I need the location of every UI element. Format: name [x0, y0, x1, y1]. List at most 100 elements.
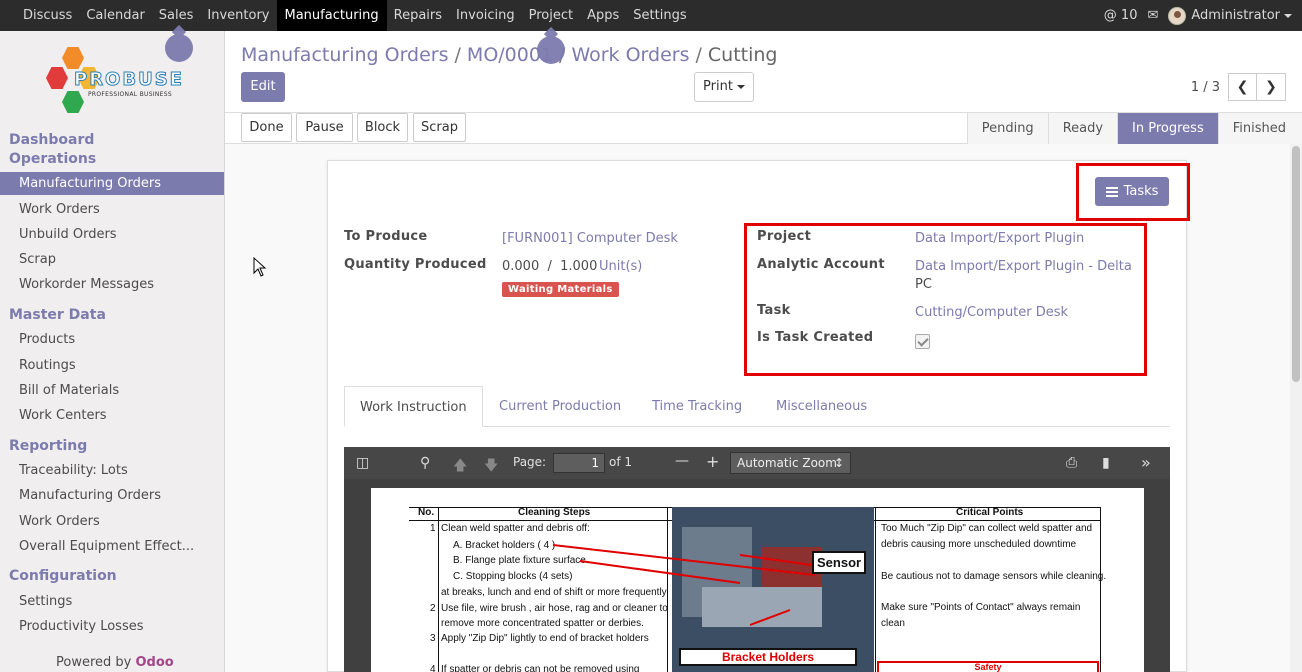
sidebar-item-manufacturing-orders[interactable]: Manufacturing Orders — [0, 172, 224, 195]
sidebar-group-operations: Operations — [9, 151, 97, 167]
block-button[interactable]: Block — [357, 113, 408, 142]
tab-miscellaneous[interactable]: Miscellaneous — [761, 386, 882, 427]
breadcrumb-separator: / — [695, 44, 702, 66]
menu-repairs[interactable]: Repairs — [387, 0, 449, 31]
notification-count: 10 — [1120, 8, 1138, 23]
logo-brand: PROBUSE — [74, 69, 184, 91]
pdf-critical-line: Be cautious not to damage sensors while … — [881, 571, 1107, 582]
menu-apps[interactable]: Apps — [580, 0, 626, 31]
stage-pending[interactable]: Pending — [966, 113, 1048, 144]
sidebar-item-products[interactable]: Products — [0, 328, 224, 351]
menu-settings[interactable]: Settings — [626, 0, 693, 31]
pdf-step-no: 1 — [430, 523, 436, 534]
stage-in-progress[interactable]: In Progress — [1117, 113, 1218, 144]
analytic-account-line2: PC — [915, 277, 932, 292]
arrow-down-icon[interactable]: 🡇 — [484, 455, 498, 479]
zoom-out-icon[interactable]: — — [675, 453, 689, 469]
stage-finished[interactable]: Finished — [1217, 113, 1302, 144]
chevron-left-icon: ❮ — [1236, 79, 1249, 95]
sidebar-item-productivity-losses[interactable]: Productivity Losses — [0, 615, 224, 638]
tab-time-tracking[interactable]: Time Tracking — [637, 386, 757, 427]
zoom-select[interactable]: Automatic Zoom ↕ — [730, 452, 851, 474]
top-navbar: Discuss Calendar Sales Inventory Manufac… — [0, 0, 1302, 31]
search-icon[interactable]: ⚲ — [420, 455, 430, 471]
sidebar-item-report-manufacturing-orders[interactable]: Manufacturing Orders — [0, 484, 224, 507]
breadcrumb-current: Cutting — [707, 44, 778, 66]
print-label: Print — [703, 79, 733, 94]
tab-work-instruction[interactable]: Work Instruction — [344, 386, 483, 427]
sidebar-item-settings[interactable]: Settings — [0, 590, 224, 613]
bookmark-icon[interactable]: ▮ — [1102, 455, 1110, 471]
quantity-unit-link[interactable]: Unit(s) — [599, 259, 642, 274]
company-logo: PROBUSE PROFESSIONAL BUSINESS — [46, 43, 186, 119]
status-badge: Waiting Materials — [502, 282, 619, 297]
pdf-step-line: If spatter or debris can not be removed … — [441, 664, 640, 672]
pdf-step-no: 4 — [430, 664, 436, 672]
breadcrumb-manufacturing-orders[interactable]: Manufacturing Orders — [241, 44, 449, 66]
user-menu[interactable]: Administrator — [1168, 6, 1292, 25]
sidebar-item-routings[interactable]: Routings — [0, 354, 224, 377]
pager-value: 1 / 3 — [1190, 79, 1220, 95]
edit-button[interactable]: Edit — [241, 72, 285, 102]
status-bar: Done Pause Block Scrap Pending Ready In … — [225, 113, 1302, 144]
safety-label: Safety — [877, 661, 1099, 672]
logo-tagline: PROFESSIONAL BUSINESS — [88, 91, 172, 98]
sidebar-item-oee[interactable]: Overall Equipment Effect... — [0, 535, 224, 558]
pdf-critical-line: debris causing more unscheduled downtime — [881, 539, 1077, 550]
tab-current-production[interactable]: Current Production — [484, 386, 636, 427]
task-label: Task — [757, 303, 791, 318]
scrap-button[interactable]: Scrap — [413, 113, 466, 142]
arrow-up-icon[interactable]: 🡅 — [453, 455, 467, 479]
sidebar-item-traceability-lots[interactable]: Traceability: Lots — [0, 459, 224, 482]
sidebar-group-dashboard[interactable]: Dashboard — [9, 132, 94, 148]
pdf-critical-line: clean — [881, 618, 905, 629]
project-link[interactable]: Data Import/Export Plugin — [915, 231, 1084, 246]
sidebar-item-unbuild-orders[interactable]: Unbuild Orders — [0, 223, 224, 246]
pdf-header-steps: Cleaning Steps — [518, 507, 591, 518]
menu-invoicing[interactable]: Invoicing — [449, 0, 522, 31]
to-produce-link[interactable]: [FURN001] Computer Desk — [502, 231, 678, 246]
quantity-produced-label: Quantity Produced — [344, 257, 487, 272]
stage-ready[interactable]: Ready — [1047, 113, 1118, 144]
double-chevron-right-icon[interactable]: » — [1141, 453, 1151, 472]
breadcrumb-work-orders[interactable]: Work Orders — [571, 44, 689, 66]
sidebar-toggle-icon[interactable]: ◫ — [356, 455, 369, 471]
print-icon[interactable]: ⎙ — [1066, 455, 1077, 471]
sidebar-item-scrap[interactable]: Scrap — [0, 248, 224, 271]
print-button[interactable]: Print — [694, 72, 754, 102]
is-task-created-checkbox[interactable] — [915, 334, 930, 349]
breadcrumb-separator: / — [454, 44, 461, 66]
chat-icon[interactable]: ✉ — [1147, 8, 1158, 23]
sidebar-group-reporting: Reporting — [9, 438, 88, 454]
menu-calendar[interactable]: Calendar — [79, 0, 151, 31]
task-link[interactable]: Cutting/Computer Desk — [915, 305, 1068, 320]
sidebar-group-configuration: Configuration — [9, 568, 117, 584]
sidebar-item-work-centers[interactable]: Work Centers — [0, 404, 224, 427]
pdf-step-line: Clean weld spatter and debris off: — [441, 523, 590, 534]
analytic-account-link[interactable]: Data Import/Export Plugin - Delta — [915, 259, 1132, 274]
pager-next-button[interactable]: ❯ — [1257, 73, 1286, 101]
sidebar-item-bill-of-materials[interactable]: Bill of Materials — [0, 379, 224, 402]
activity-indicator[interactable]: @ 10 — [1104, 8, 1138, 23]
sidebar-item-work-orders[interactable]: Work Orders — [0, 198, 224, 221]
page-number-input[interactable]: 1 — [553, 453, 605, 473]
sidebar-item-report-work-orders[interactable]: Work Orders — [0, 510, 224, 533]
zoom-in-icon[interactable]: + — [706, 452, 719, 471]
sidebar-item-workorder-messages[interactable]: Workorder Messages — [0, 273, 224, 296]
menu-inventory[interactable]: Inventory — [200, 0, 276, 31]
analytic-account-label: Analytic Account — [757, 257, 885, 272]
pdf-step-line: A. Bracket holders ( 4 ) — [453, 540, 556, 551]
at-icon: @ — [1103, 8, 1117, 23]
chevron-down-icon — [1284, 13, 1292, 18]
scrollbar-thumb[interactable] — [1292, 146, 1300, 382]
menu-discuss[interactable]: Discuss — [16, 0, 79, 31]
menu-manufacturing[interactable]: Manufacturing — [276, 0, 387, 31]
odoo-link[interactable]: Odoo — [136, 655, 174, 670]
pause-button[interactable]: Pause — [296, 113, 353, 142]
pdf-header-no: No. — [418, 507, 435, 518]
pager-previous-button[interactable]: ❮ — [1228, 73, 1257, 101]
done-button[interactable]: Done — [241, 113, 292, 142]
pdf-step-no: 3 — [430, 633, 436, 644]
page-scrollbar[interactable] — [1290, 144, 1302, 672]
chevron-right-icon: ❯ — [1265, 79, 1277, 95]
